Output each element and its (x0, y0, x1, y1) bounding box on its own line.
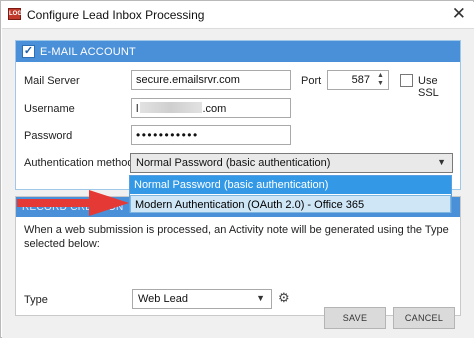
dropdown-option-basic-auth[interactable]: Normal Password (basic authentication) (130, 176, 451, 194)
annotation-arrow-icon (17, 190, 129, 216)
spin-down-icon[interactable]: ▼ (375, 80, 386, 88)
port-label: Port (301, 75, 322, 87)
gear-icon[interactable]: ⚙ (278, 290, 290, 306)
use-ssl-checkbox[interactable] (400, 74, 413, 87)
auth-method-dropdown-list: Normal Password (basic authentication) M… (129, 175, 452, 213)
port-spinner[interactable]: ▲ ▼ (375, 72, 386, 88)
dialog-window: LOG Configure Lead Inbox Processing ✕ ✓ … (0, 0, 474, 338)
title-bar: LOG Configure Lead Inbox Processing ✕ (2, 2, 474, 28)
cancel-button[interactable]: CANCEL (393, 307, 455, 329)
username-input[interactable]: l .com (131, 98, 291, 118)
dropdown-option-oauth[interactable]: Modern Authentication (OAuth 2.0) - Offi… (130, 195, 451, 213)
redacted-text (140, 102, 203, 113)
username-prefix: l (136, 103, 139, 115)
email-account-enable-checkbox[interactable]: ✓ (22, 45, 35, 58)
spin-up-icon[interactable]: ▲ (375, 72, 386, 80)
username-label: Username (24, 103, 75, 115)
email-account-section: ✓ E-MAIL ACCOUNT Mail Server secure.emai… (15, 40, 461, 190)
email-account-header: ✓ E-MAIL ACCOUNT (16, 41, 460, 62)
auth-method-label: Authentication method (24, 157, 134, 169)
email-account-title: E-MAIL ACCOUNT (40, 46, 136, 58)
close-icon[interactable]: ✕ (452, 4, 466, 24)
save-button[interactable]: SAVE (324, 307, 386, 329)
chevron-down-icon[interactable]: ▼ (437, 157, 446, 167)
port-stepper[interactable]: 587 ▲ ▼ (327, 70, 389, 90)
type-label: Type (24, 294, 48, 306)
password-label: Password (24, 130, 73, 142)
auth-method-select[interactable]: Normal Password (basic authentication) ▼ (130, 153, 453, 173)
auth-method-value: Normal Password (basic authentication) (136, 157, 331, 169)
app-icon: LOG (8, 8, 22, 20)
mail-server-label: Mail Server (24, 75, 80, 87)
use-ssl-label: Use SSL (418, 75, 439, 99)
password-input[interactable]: ••••••••••• (131, 125, 291, 145)
record-creation-description: When a web submission is processed, an A… (24, 224, 449, 250)
port-value: 587 (351, 74, 370, 86)
type-value: Web Lead (138, 293, 188, 305)
type-select[interactable]: Web Lead ▼ (132, 289, 272, 309)
chevron-down-icon[interactable]: ▼ (256, 293, 265, 303)
window-title: Configure Lead Inbox Processing (27, 8, 205, 22)
mail-server-input[interactable]: secure.emailsrvr.com (131, 70, 291, 90)
username-suffix: .com (202, 103, 227, 115)
